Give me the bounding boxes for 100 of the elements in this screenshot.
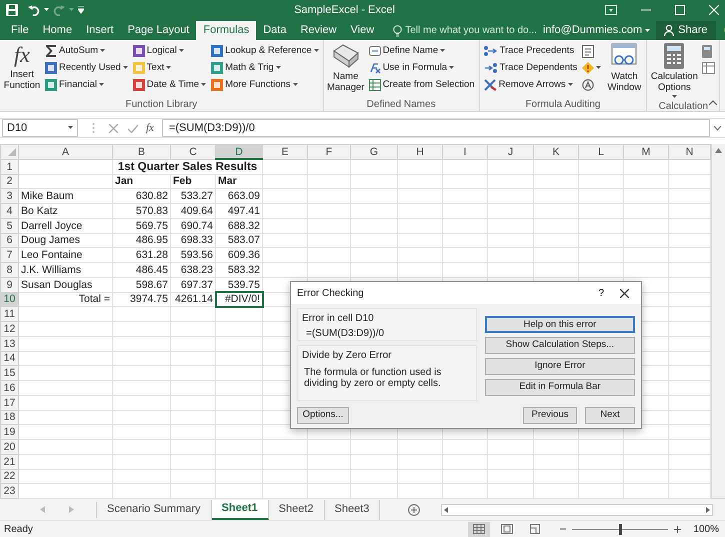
previous-button[interactable]: Previous bbox=[523, 407, 577, 424]
customize-icon[interactable] bbox=[78, 6, 84, 14]
column-header[interactable]: E bbox=[262, 144, 308, 160]
sheet-tab[interactable]: Sheet1 bbox=[212, 500, 269, 520]
column-header[interactable]: J bbox=[488, 144, 534, 160]
vertical-scrollbar[interactable] bbox=[711, 144, 725, 498]
dialog-button[interactable]: Ignore Error bbox=[484, 358, 635, 375]
ribbon-tab[interactable]: Home bbox=[36, 21, 80, 40]
ribbon-button[interactable]: Create from Selection bbox=[368, 77, 476, 93]
search-field[interactable]: Tell me what you want to do... bbox=[405, 23, 537, 38]
zoom-out-icon[interactable] bbox=[560, 526, 566, 532]
column-header[interactable]: F bbox=[308, 144, 350, 160]
row-header[interactable]: 22 bbox=[0, 469, 18, 484]
row-header[interactable]: 20 bbox=[0, 440, 18, 454]
ribbon-button[interactable]: Date & Time bbox=[132, 77, 208, 93]
ribbon-button[interactable]: More Functions bbox=[210, 77, 320, 93]
ribbon-button[interactable]: Name Manager bbox=[326, 43, 365, 97]
row-header[interactable]: 21 bbox=[0, 454, 18, 469]
column-header[interactable]: M bbox=[624, 144, 668, 160]
slider-thumb[interactable] bbox=[618, 524, 622, 534]
close-icon[interactable] bbox=[620, 288, 629, 298]
column-header[interactable]: H bbox=[398, 144, 442, 160]
ribbon-button[interactable]: Watch Window bbox=[605, 43, 644, 97]
save-icon[interactable] bbox=[6, 4, 18, 16]
ribbon-tab[interactable]: Review bbox=[293, 21, 344, 40]
ribbon-button[interactable]: Trace Dependents bbox=[482, 60, 578, 76]
scroll-right-icon[interactable] bbox=[706, 506, 710, 512]
column-header[interactable]: K bbox=[534, 144, 578, 160]
row-header[interactable]: 11 bbox=[0, 306, 18, 322]
options-button[interactable]: Options... bbox=[297, 407, 349, 424]
formula-field[interactable]: =(SUM(D3:D9))/0 bbox=[162, 119, 710, 137]
column-header[interactable]: I bbox=[442, 144, 488, 160]
ribbon-tab[interactable]: Page Layout bbox=[120, 21, 196, 40]
expand-icon[interactable] bbox=[714, 126, 721, 130]
ribbon-tab[interactable]: Insert bbox=[79, 21, 121, 40]
row-header[interactable]: 18 bbox=[0, 410, 18, 425]
row-header[interactable]: 15 bbox=[0, 366, 18, 380]
ribbon-button[interactable]: Trace Precedents bbox=[482, 43, 578, 59]
dialog-button[interactable]: Edit in Formula Bar bbox=[484, 379, 635, 396]
ribbon-button[interactable]: Logical bbox=[132, 43, 208, 59]
ribbon-button[interactable]: Text bbox=[132, 60, 208, 76]
ribbon-button[interactable]: Recently Used bbox=[44, 60, 129, 76]
add-sheet-icon[interactable] bbox=[408, 504, 420, 516]
ribbon-button[interactable]: fx Insert Function bbox=[3, 43, 41, 97]
column-header[interactable]: G bbox=[350, 144, 398, 160]
row-header[interactable]: 5 bbox=[0, 218, 18, 233]
column-header[interactable]: B bbox=[112, 144, 170, 160]
insert-function-button[interactable]: fx bbox=[142, 120, 158, 136]
ribbon-button[interactable]: Calculation Options bbox=[650, 43, 698, 99]
row-header[interactable]: 9 bbox=[0, 277, 18, 292]
active-cell[interactable]: #DIV/0! bbox=[216, 292, 262, 307]
ribbon-button[interactable]: Lookup & Reference bbox=[210, 43, 320, 59]
row-header[interactable]: 8 bbox=[0, 262, 18, 278]
row-header[interactable]: 3 bbox=[0, 188, 18, 204]
column-header[interactable]: N bbox=[668, 144, 710, 160]
horizontal-scrollbar[interactable] bbox=[441, 504, 713, 516]
ribbon-button[interactable]: AutoSum bbox=[44, 43, 129, 59]
row-header[interactable]: 14 bbox=[0, 351, 18, 366]
column-header[interactable]: A bbox=[18, 144, 112, 160]
name-box[interactable]: D10 bbox=[2, 119, 78, 137]
ribbon-button[interactable]: Math & Trig bbox=[210, 60, 320, 76]
column-header[interactable]: L bbox=[578, 144, 624, 160]
row-header[interactable]: 7 bbox=[0, 248, 18, 262]
maximize-icon[interactable] bbox=[675, 5, 685, 15]
row-header[interactable]: 6 bbox=[0, 233, 18, 248]
undo-icon[interactable] bbox=[28, 4, 40, 16]
row-header[interactable]: 4 bbox=[0, 204, 18, 218]
ribbon-tab[interactable]: Formulas bbox=[196, 21, 256, 40]
ribbon-button[interactable]: Remove Arrows bbox=[482, 77, 578, 93]
column-header[interactable]: D bbox=[216, 144, 262, 160]
scroll-up-icon[interactable] bbox=[715, 148, 722, 153]
row-header[interactable]: 1 bbox=[0, 159, 18, 174]
row-header[interactable]: 23 bbox=[0, 484, 18, 498]
collapse-icon[interactable] bbox=[709, 100, 717, 105]
ribbon-button[interactable] bbox=[701, 60, 716, 76]
share-button[interactable]: Share bbox=[656, 21, 716, 40]
row-header[interactable]: 17 bbox=[0, 395, 18, 410]
zoom-in-icon[interactable] bbox=[674, 526, 682, 532]
next-button[interactable]: Next bbox=[585, 407, 635, 424]
ribbon-button[interactable]: Financial bbox=[44, 77, 129, 93]
ribbon-button[interactable] bbox=[581, 60, 602, 76]
view-button[interactable] bbox=[468, 522, 490, 536]
ribbon-button[interactable]: Define Name bbox=[368, 43, 476, 59]
dialog-button[interactable]: Help on this error bbox=[484, 316, 635, 333]
row-header[interactable]: 10 bbox=[0, 292, 18, 307]
ribbon-display-icon[interactable] bbox=[605, 5, 617, 15]
column-header[interactable]: C bbox=[170, 144, 216, 160]
row-header[interactable]: 19 bbox=[0, 424, 18, 440]
row-header[interactable]: 12 bbox=[0, 322, 18, 336]
scroll-left-icon[interactable] bbox=[444, 506, 448, 512]
ribbon-button[interactable]: Use in Formula bbox=[368, 60, 476, 76]
ribbon-tab[interactable]: Data bbox=[256, 21, 294, 40]
ribbon-tab[interactable]: File bbox=[4, 21, 36, 40]
row-header[interactable]: 13 bbox=[0, 336, 18, 351]
row-header[interactable]: 2 bbox=[0, 174, 18, 189]
row-header[interactable]: 16 bbox=[0, 380, 18, 396]
help-button[interactable]: ? bbox=[598, 286, 604, 300]
account-name[interactable]: info@Dummies.com bbox=[542, 21, 642, 40]
dialog-button[interactable]: Show Calculation Steps... bbox=[484, 337, 635, 354]
ribbon-tab[interactable]: View bbox=[344, 21, 382, 40]
